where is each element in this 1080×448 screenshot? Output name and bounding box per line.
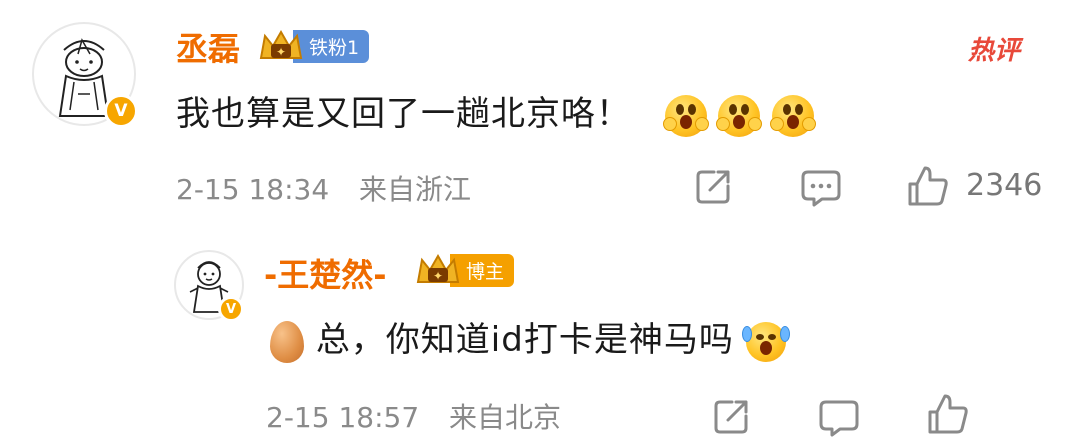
reply-timestamp: 2-15 18:57: [266, 401, 420, 434]
verified-badge-icon: V: [104, 94, 138, 128]
reply-location: 来自北京: [448, 401, 561, 434]
comment-text: 我也算是又回了一趟北京咯！: [176, 86, 817, 137]
share-icon[interactable]: [712, 396, 752, 436]
comment-icon[interactable]: [818, 398, 860, 438]
reply-meta: 2-15 18:57 来自北京: [266, 396, 561, 436]
crown-icon: ✦: [259, 29, 303, 59]
svg-text:✦: ✦: [433, 269, 443, 283]
comment-location: 来自浙江: [358, 173, 471, 206]
like-count: 2346: [966, 168, 1043, 203]
replier-name[interactable]: -王楚然-: [264, 250, 387, 296]
crown-icon: ✦: [416, 253, 460, 283]
svg-text:✦: ✦: [276, 45, 286, 59]
verified-badge-icon: V: [218, 296, 244, 322]
blogger-badge[interactable]: ✦ 博主: [414, 252, 515, 288]
commenter-name[interactable]: 丞磊: [176, 24, 240, 70]
comment-body: 我也算是又回了一趟北京咯！: [176, 94, 631, 134]
commenter-avatar[interactable]: V: [32, 22, 138, 128]
comment-meta: 2-15 18:34 来自浙江: [176, 168, 471, 208]
crying-laugh-emoji-icon: [741, 321, 790, 362]
like-thumb-icon[interactable]: [906, 164, 950, 208]
hot-comment-badge: 热评: [968, 36, 1021, 66]
laughing-emoji-icon: [716, 94, 763, 137]
laughing-emoji-icon: [662, 94, 709, 137]
laughing-emoji-icon: [770, 94, 817, 137]
share-icon[interactable]: [694, 166, 734, 206]
like-thumb-icon[interactable]: [926, 392, 970, 436]
reply-body: 总，你知道id打卡是神马吗: [315, 320, 734, 360]
comment-icon[interactable]: [800, 168, 842, 208]
reply-text: 总，你知道id打卡是神马吗: [270, 312, 790, 363]
fan-level-badge[interactable]: ✦ 铁粉1: [257, 28, 370, 64]
egg-emoji-icon: [270, 320, 304, 363]
comment-timestamp: 2-15 18:34: [176, 173, 330, 206]
replier-avatar[interactable]: V: [174, 250, 244, 322]
